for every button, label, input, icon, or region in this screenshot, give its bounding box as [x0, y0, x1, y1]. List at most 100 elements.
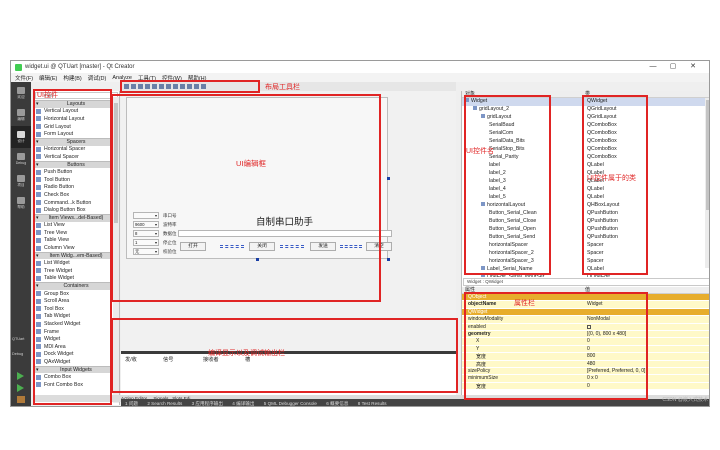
object-row[interactable]: horizontalSpacer_3 Spacer [462, 258, 709, 266]
object-row[interactable]: Label_Serial_Name QLabel [462, 266, 709, 274]
widget-item[interactable]: List View [33, 222, 119, 230]
widget-item[interactable]: Tool Box [33, 305, 119, 313]
widget-item[interactable]: Vertical Spacer [33, 153, 119, 161]
object-row[interactable]: Widget QWidget [462, 98, 709, 106]
mode-help[interactable]: 帮助 [11, 192, 31, 214]
widget-item[interactable]: Frame [33, 328, 119, 336]
status-tests[interactable]: 8 Test Results [358, 401, 387, 406]
close-serial-button[interactable]: 关闭 [249, 242, 275, 251]
status-compile-output[interactable]: 4 编译输出 [232, 401, 254, 406]
widget-item[interactable]: Font Combo Box [33, 381, 119, 389]
widget-item[interactable]: Vertical Layout [33, 108, 119, 116]
object-row[interactable]: label_2 QLabel [462, 170, 709, 178]
status-qml-console[interactable]: 5 QML Debugger Console [264, 401, 317, 406]
menu-tools[interactable]: 工具(T) [138, 74, 156, 82]
enabled-checkbox[interactable] [587, 324, 591, 329]
object-row[interactable]: SerialCom QComboBox [462, 130, 709, 138]
object-row[interactable]: Button_Serial_Clean QPushButton [462, 210, 709, 218]
property-value[interactable]: 0 [585, 338, 705, 344]
widget-item[interactable]: Dock Widget [33, 351, 119, 359]
property-row[interactable]: Y0 [462, 345, 709, 354]
property-row[interactable]: 宽度 800 [462, 353, 709, 361]
property-value[interactable]: 480 [585, 361, 705, 367]
form-editor-canvas[interactable]: 9600 8 1 无 串口号 波特率 数据位 停止位 校验位 自制串口助手 打开… [121, 91, 456, 351]
serial-databits-combo[interactable]: 8 [133, 230, 159, 237]
object-scrollbar[interactable] [705, 98, 709, 268]
property-row[interactable]: 高度 480 [462, 360, 709, 368]
property-row[interactable]: X0 [462, 338, 709, 346]
break-layout-icon[interactable] [194, 84, 199, 89]
object-row[interactable]: horizontalSpacer_2 Spacer [462, 250, 709, 258]
widget-category[interactable]: Containers [33, 282, 119, 290]
property-value[interactable]: 0 x 0 [585, 375, 705, 381]
close-button[interactable]: ✕ [683, 61, 703, 73]
object-row[interactable]: SerialStop_Bits QComboBox [462, 146, 709, 154]
edit-widgets-icon[interactable] [124, 84, 129, 89]
serial-input-field[interactable] [178, 230, 392, 237]
widget-item[interactable]: Horizontal Layout [33, 115, 119, 123]
object-row[interactable]: Button_Serial_Open QPushButton [462, 226, 709, 234]
build-icon[interactable] [17, 396, 25, 403]
status-general[interactable]: 6 概要信息 [326, 401, 348, 406]
menu-edit[interactable]: 编辑(E) [39, 74, 57, 82]
widget-item[interactable]: Group Box [33, 290, 119, 298]
object-row[interactable]: SerialBaud QComboBox [462, 122, 709, 130]
menu-build[interactable]: 构建(B) [63, 74, 81, 82]
object-row[interactable]: Button_Serial_Close QPushButton [462, 218, 709, 226]
design-form[interactable]: 9600 8 1 无 串口号 波特率 数据位 停止位 校验位 自制串口助手 打开… [126, 97, 392, 259]
object-row[interactable]: label_3 QLabel [462, 178, 709, 186]
property-group[interactable]: QWidget [462, 308, 709, 317]
kit-project[interactable]: QTUart [12, 337, 24, 341]
widget-box-scrollbar[interactable] [113, 97, 119, 403]
property-value[interactable] [585, 324, 705, 330]
edit-buddies-icon[interactable] [138, 84, 143, 89]
widget-category[interactable]: Buttons [33, 160, 119, 169]
widget-item[interactable]: Tab Widget [33, 313, 119, 321]
layout-horizontal-icon[interactable] [152, 84, 157, 89]
layout-h-splitter-icon[interactable] [166, 84, 171, 89]
resize-handle-right[interactable] [387, 177, 390, 180]
property-row[interactable]: sizePolicy [Preferred, Preferred, 0, 0] [462, 367, 709, 376]
object-row[interactable]: Button_Serial_Send QPushButton [462, 234, 709, 242]
property-value[interactable]: NonModal [585, 316, 705, 322]
widget-item[interactable]: Form Layout [33, 130, 119, 138]
serial-baud-combo[interactable]: 9600 [133, 221, 159, 228]
run-icon[interactable] [17, 372, 24, 380]
debug-run-icon[interactable] [17, 384, 24, 392]
property-value[interactable]: [Preferred, Preferred, 0, 0] [585, 368, 705, 374]
widget-item[interactable]: List Widget [33, 259, 119, 267]
widget-item[interactable]: Table Widget [33, 275, 119, 283]
widget-category[interactable]: Input Widgets [33, 365, 119, 374]
adjust-size-icon[interactable] [201, 84, 206, 89]
widget-item[interactable]: Widget [33, 335, 119, 343]
widget-category[interactable]: Item Widg...em-Based) [33, 251, 119, 260]
mode-debug[interactable]: Debug [11, 148, 31, 170]
widget-item[interactable]: Radio Button [33, 184, 119, 192]
property-row[interactable]: objectName Widget [462, 301, 709, 309]
widget-item[interactable]: QAxWidget [33, 358, 119, 366]
status-app-output[interactable]: 3 应用程序输出 [192, 401, 223, 406]
serial-com-combo[interactable] [133, 212, 159, 219]
edit-tab-order-icon[interactable] [145, 84, 150, 89]
mode-edit[interactable]: 编辑 [11, 104, 31, 126]
minimize-button[interactable]: — [643, 61, 663, 73]
open-button[interactable]: 打开 [180, 242, 206, 251]
property-value[interactable]: 800 [585, 353, 705, 359]
object-row[interactable]: gridLayout_2 QGridLayout [462, 106, 709, 114]
resize-handle-bottom[interactable] [256, 258, 259, 261]
menu-widgets[interactable]: 控件(W) [162, 74, 182, 82]
property-row[interactable]: 宽度 0 [462, 382, 709, 391]
layout-v-splitter-icon[interactable] [173, 84, 178, 89]
widget-item[interactable]: Tree View [33, 229, 119, 237]
serial-stopbits-combo[interactable]: 1 [133, 239, 159, 246]
kit-config[interactable]: Debug [12, 352, 23, 356]
property-filter[interactable]: Widget : QWidget [463, 278, 709, 286]
widget-category[interactable]: Item Views...del-Based) [33, 213, 119, 222]
property-group[interactable]: QObject [462, 294, 709, 302]
serial-parity-combo[interactable]: 无 [133, 248, 159, 255]
property-value[interactable]: [(0, 0), 800 x 480] [585, 331, 705, 337]
widget-item[interactable]: Combo Box [33, 373, 119, 381]
object-row[interactable]: gridLayout QGridLayout [462, 114, 709, 122]
property-row[interactable]: minimumSize 0 x 0 [462, 375, 709, 383]
widget-item[interactable]: Grid Layout [33, 123, 119, 131]
